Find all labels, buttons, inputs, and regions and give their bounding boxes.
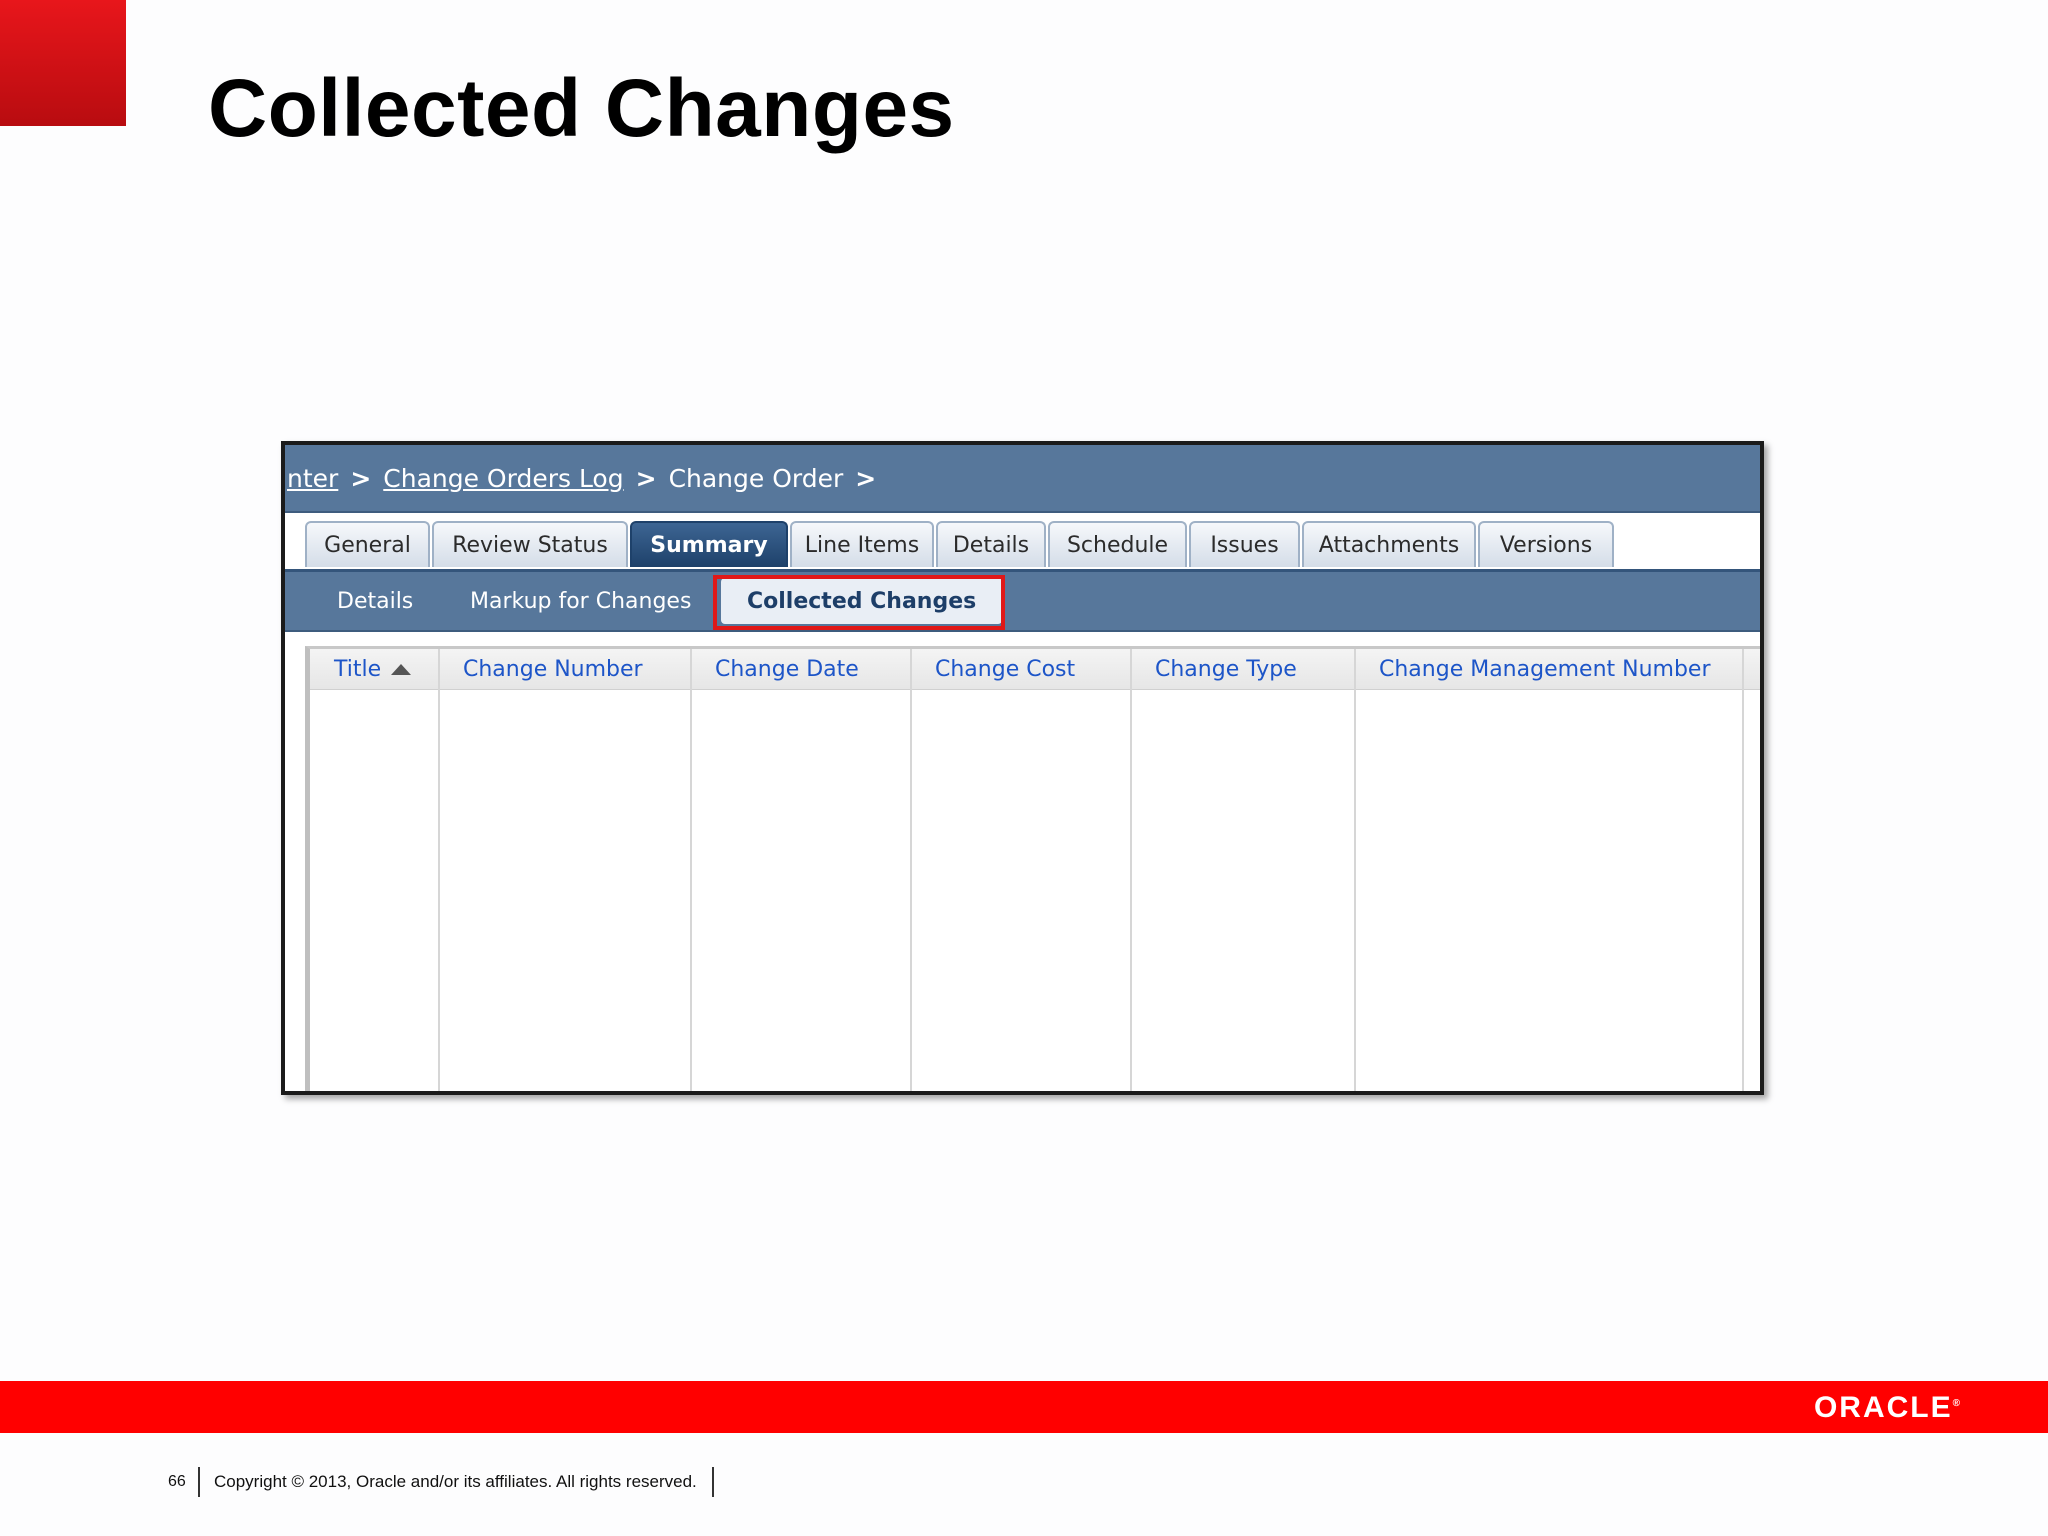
tab-review-status[interactable]: Review Status [432,521,628,567]
subtab-markup-for-changes[interactable]: Markup for Changes [470,578,691,624]
footer-bar: ORACLE® [0,1381,2048,1433]
oracle-logo: ORACLE® [1813,1391,1962,1424]
column-divider[interactable] [1130,649,1132,1091]
sort-ascending-icon[interactable] [391,663,412,675]
copyright-text: Copyright © 2013, Oracle and/or its affi… [214,1472,697,1491]
breadcrumb-link-change-orders-log[interactable]: Change Orders Log [383,464,623,493]
footer-divider [712,1467,714,1497]
tab-versions[interactable]: Versions [1478,521,1614,567]
tab-general[interactable]: General [305,521,430,567]
page-number: 66 [168,1473,186,1490]
column-divider[interactable] [690,649,692,1091]
subtab-details[interactable]: Details [337,578,413,624]
column-header-change-number[interactable]: Change Number [463,649,643,689]
column-header-title[interactable]: Title [334,649,412,689]
column-divider[interactable] [1354,649,1356,1091]
breadcrumb-separator: > [635,463,657,493]
breadcrumb-separator: > [350,463,372,493]
tab-details[interactable]: Details [936,521,1046,567]
column-header-label: Title [334,656,382,682]
column-header-change-type[interactable]: Change Type [1155,649,1297,689]
tab-summary[interactable]: Summary [630,521,788,567]
screenshot-frame: nter > Change Orders Log > Change Order … [281,441,1764,1095]
subtab-collected-changes[interactable]: Collected Changes [721,578,1003,624]
slide-title: Collected Changes [208,63,955,154]
breadcrumb-current-change-order: Change Order [668,463,844,493]
breadcrumb-link-center[interactable]: nter [287,464,338,493]
column-divider[interactable] [910,649,912,1091]
column-header-change-cost[interactable]: Change Cost [935,649,1075,689]
breadcrumb: nter > Change Orders Log > Change Order … [285,445,1760,513]
tab-line-items[interactable]: Line Items [790,521,934,567]
column-header-change-management-number[interactable]: Change Management Number [1379,649,1711,689]
brand-red-block [0,0,126,126]
tab-attachments[interactable]: Attachments [1302,521,1476,567]
tab-schedule[interactable]: Schedule [1048,521,1187,567]
table-header: Title Change Number Change Date Change C… [310,649,1760,690]
tab-issues[interactable]: Issues [1189,521,1300,567]
breadcrumb-separator: > [855,463,877,493]
subtab-bar: Details Markup for Changes Collected Cha… [285,572,1760,632]
column-divider[interactable] [438,649,440,1091]
collected-changes-table: Title Change Number Change Date Change C… [305,646,1760,1091]
column-header-change-date[interactable]: Change Date [715,649,859,689]
tab-bar: General Review Status Summary Line Items… [285,513,1760,572]
column-divider[interactable] [1742,649,1744,1091]
footer-divider [198,1467,200,1497]
